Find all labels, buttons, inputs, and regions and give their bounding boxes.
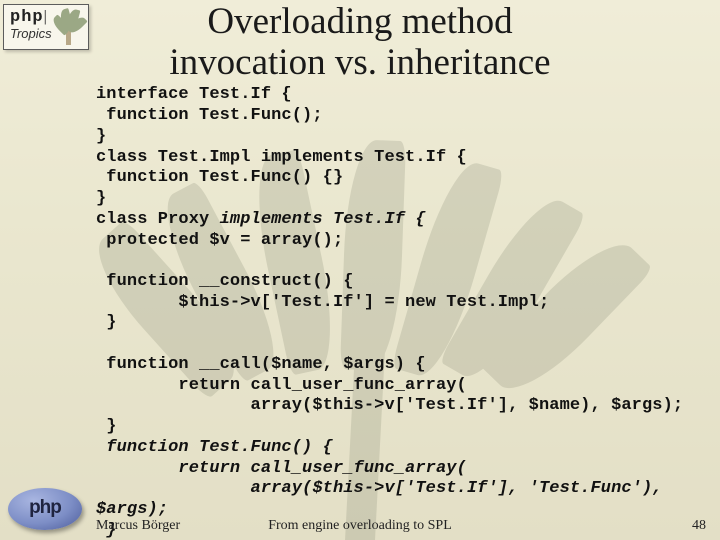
title-line1: Overloading method	[207, 1, 512, 42]
footer-title: From engine overloading to SPL	[0, 518, 720, 534]
corner-logo: php| Tropics	[3, 4, 89, 50]
title-line2: invocation vs. inheritance	[169, 42, 550, 83]
code-block: interface Test.If { function Test.Func()…	[0, 83, 720, 540]
corner-logo-tropics: Tropics	[10, 26, 52, 41]
palm-icon	[56, 9, 82, 47]
corner-logo-php: php	[10, 8, 44, 27]
corner-logo-sep: |	[44, 8, 47, 25]
php-logo-text: php	[8, 497, 82, 519]
slide-title: Overloading method invocation vs. inheri…	[0, 0, 720, 83]
php-logo-icon: php	[8, 488, 82, 530]
footer-page-number: 48	[692, 518, 706, 534]
